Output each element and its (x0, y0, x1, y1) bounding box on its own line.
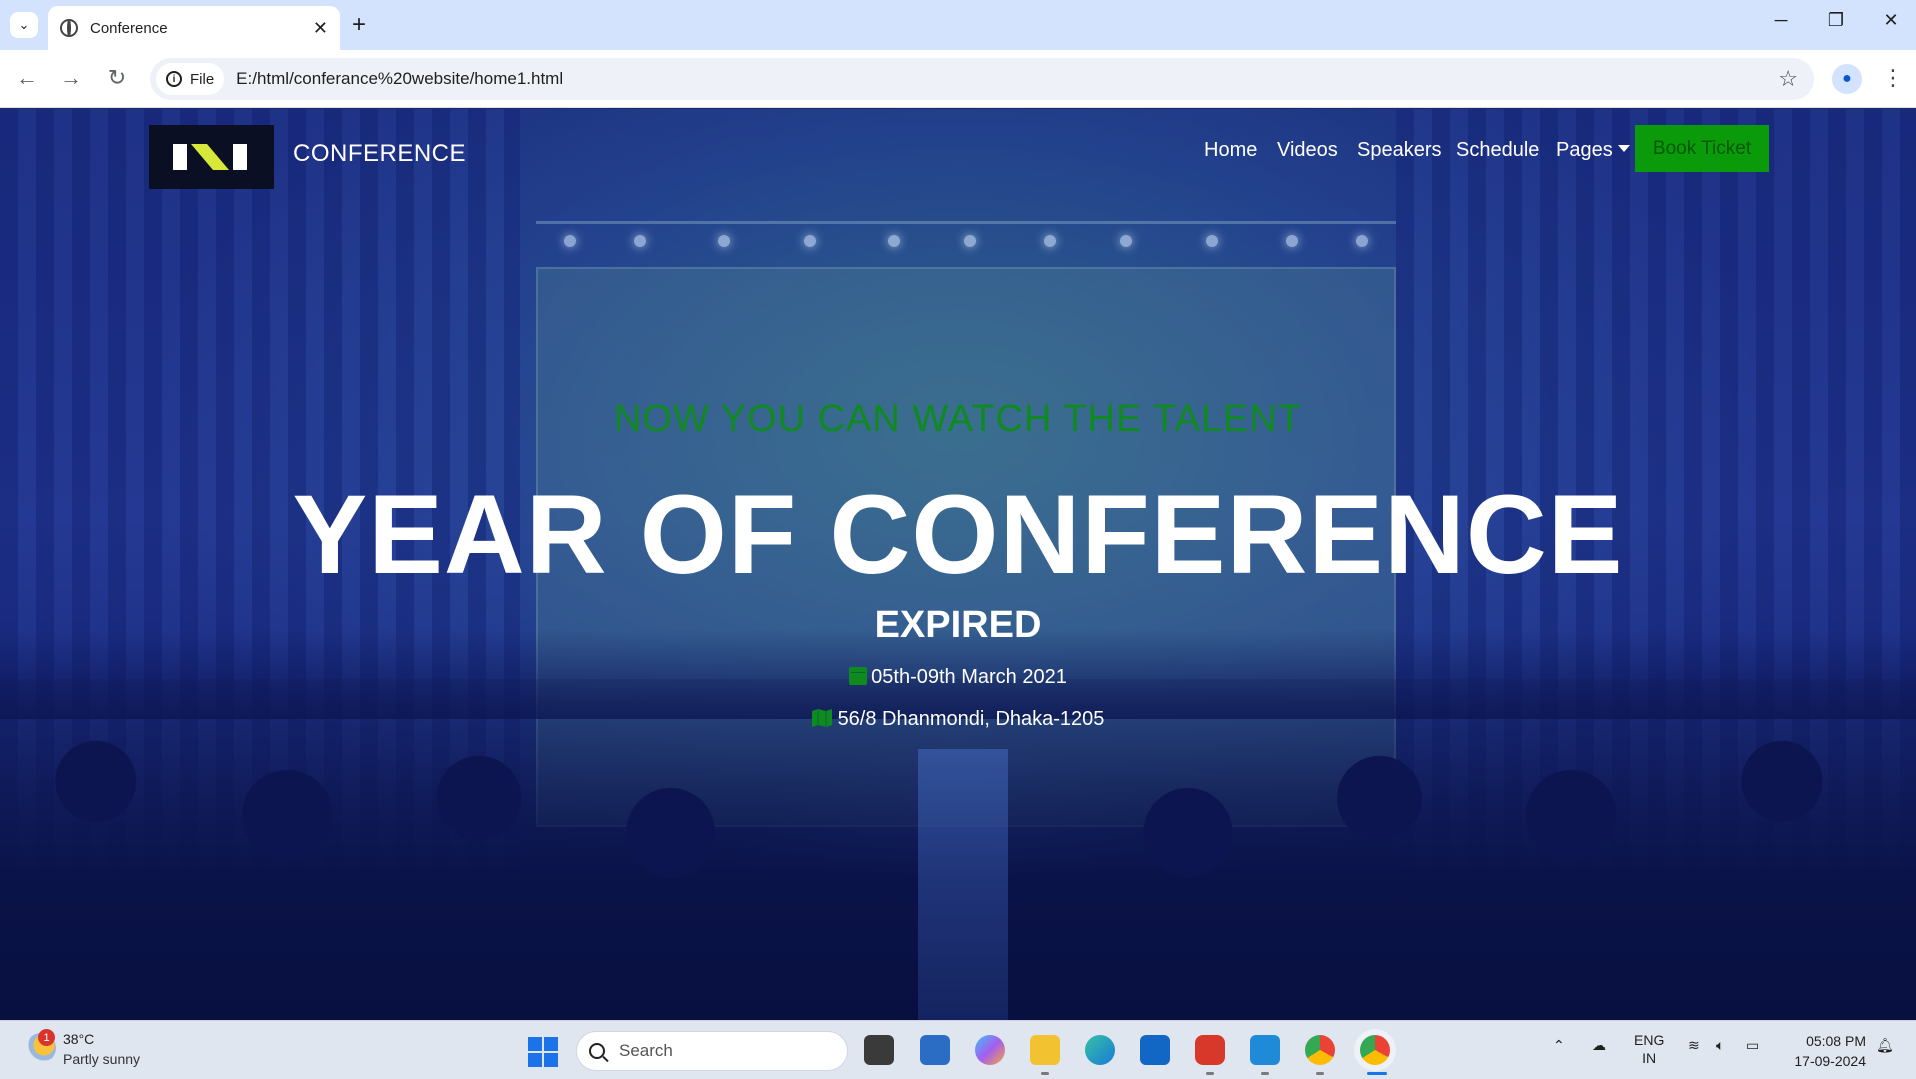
stage-truss (536, 221, 1396, 231)
nav-schedule[interactable]: Schedule (1456, 139, 1539, 162)
vscode-icon[interactable] (1250, 1035, 1280, 1065)
edge-icon[interactable] (1085, 1035, 1115, 1065)
file-explorer-icon[interactable] (1030, 1035, 1060, 1065)
map-icon (811, 709, 832, 727)
calendar-icon (849, 667, 868, 685)
event-date: 05th-09th March 2021 (871, 666, 1067, 688)
tab-title: Conference (90, 19, 168, 37)
new-tab-button[interactable]: + (352, 12, 366, 38)
windows-taskbar: 1 38°C Partly sunny Search ⌃ ☁ ENG IN ≋ … (0, 1020, 1916, 1079)
center-aisle (918, 749, 1008, 1020)
stage-light (564, 235, 576, 247)
clock-time: 05:08 PM (1806, 1033, 1866, 1049)
address-bar[interactable]: i File E:/html/conferance%20website/home… (150, 58, 1814, 100)
url-text[interactable]: E:/html/conferance%20website/home1.html (236, 69, 1778, 89)
volume-icon[interactable]: 🔈︎ (1716, 1037, 1724, 1054)
system-clock[interactable]: 05:08 PM 17-09-2024 (1786, 1031, 1866, 1071)
language-code: ENG (1634, 1032, 1665, 1048)
hero-headline: YEAR OF CONFERENCE (292, 472, 1624, 597)
more-menu-icon[interactable]: ⋮ (1882, 64, 1904, 92)
app-running-indicator (1206, 1072, 1214, 1075)
file-chip-label: File (190, 70, 215, 88)
back-icon[interactable]: ← (12, 64, 42, 92)
taskbar-search[interactable]: Search (576, 1031, 848, 1071)
search-placeholder: Search (619, 1041, 673, 1060)
profile-icon[interactable]: ● (1832, 64, 1862, 94)
notification-bell-icon[interactable]: 🔔︎ (1876, 1037, 1894, 1054)
copilot-icon[interactable] (975, 1035, 1005, 1065)
search-icon (589, 1043, 605, 1059)
battery-icon[interactable]: ▭ (1746, 1037, 1759, 1054)
stage-light (634, 235, 646, 247)
logo-mark-icon (172, 144, 247, 170)
reload-icon[interactable]: ↻ (102, 64, 132, 92)
app-running-indicator (1316, 1072, 1324, 1075)
nav-pages-dropdown[interactable]: Pages (1556, 139, 1630, 162)
onedrive-cloud-icon[interactable]: ☁ (1592, 1037, 1606, 1054)
nav-videos[interactable]: Videos (1277, 139, 1338, 162)
show-hidden-icons[interactable]: ⌃ (1553, 1037, 1565, 1054)
site-info-chip[interactable]: i File (156, 63, 225, 95)
nav-home[interactable]: Home (1204, 139, 1257, 162)
caret-down-icon (1617, 145, 1630, 153)
browser-tab[interactable]: Conference ✕ (48, 6, 340, 50)
stage-light (1356, 235, 1368, 247)
event-address: 56/8 Dhanmondi, Dhaka-1205 (837, 708, 1105, 730)
outlook-icon[interactable] (1140, 1035, 1170, 1065)
language-indicator[interactable]: ENG IN (1634, 1031, 1664, 1067)
forward-icon[interactable]: → (56, 64, 86, 92)
wifi-icon[interactable]: ≋ (1688, 1037, 1700, 1054)
book-ticket-button[interactable]: Book Ticket (1635, 125, 1769, 172)
nav-speakers[interactable]: Speakers (1357, 139, 1442, 162)
windows-start-icon[interactable] (528, 1037, 558, 1067)
bookmark-star-icon[interactable]: ☆ (1778, 66, 1798, 92)
stage-light (1286, 235, 1298, 247)
wps-office-icon[interactable] (1195, 1035, 1225, 1065)
store-icon[interactable] (920, 1035, 950, 1065)
nav-pages-label: Pages (1556, 139, 1613, 161)
globe-icon (60, 19, 78, 37)
region-code: IN (1642, 1050, 1657, 1066)
close-tab-icon[interactable]: ✕ (313, 18, 328, 39)
app-running-indicator (1261, 1072, 1269, 1075)
stage-light (1206, 235, 1218, 247)
app-running-indicator (1041, 1072, 1049, 1075)
stage-light (964, 235, 976, 247)
site-logo[interactable] (149, 125, 274, 189)
stage-light (1120, 235, 1132, 247)
event-date-line: 05th-09th March 2021 (0, 666, 1916, 689)
info-icon: i (166, 71, 182, 87)
brand-name[interactable]: CONFERENCE (293, 140, 466, 168)
close-window-icon[interactable]: ✕ (1876, 10, 1906, 31)
stage-light (804, 235, 816, 247)
stage-light (888, 235, 900, 247)
app-active-indicator (1367, 1072, 1387, 1075)
event-address-line: 56/8 Dhanmondi, Dhaka-1205 (0, 708, 1916, 731)
minimize-icon[interactable]: ─ (1766, 10, 1796, 31)
tab-search-dropdown-icon[interactable]: ⌄ (10, 12, 38, 38)
chrome-active-icon[interactable] (1360, 1035, 1390, 1065)
restore-icon[interactable]: ❐ (1821, 10, 1851, 31)
weather-temp[interactable]: 38°C (63, 1031, 94, 1047)
event-status: EXPIRED (874, 604, 1042, 646)
clock-date: 17-09-2024 (1794, 1053, 1866, 1069)
weather-desc[interactable]: Partly sunny (63, 1051, 140, 1067)
stage-light (718, 235, 730, 247)
browser-tab-bar: ⌄ Conference ✕ + ─ ❐ ✕ (0, 0, 1916, 50)
chrome-icon[interactable] (1305, 1035, 1335, 1065)
stage-light (1044, 235, 1056, 247)
browser-toolbar: ← → ↻ i File E:/html/conferance%20websit… (0, 50, 1916, 108)
hero-tagline: NOW YOU CAN WATCH THE TALENT (613, 398, 1303, 440)
weather-badge: 1 (38, 1029, 55, 1046)
task-view-icon[interactable] (864, 1035, 894, 1065)
